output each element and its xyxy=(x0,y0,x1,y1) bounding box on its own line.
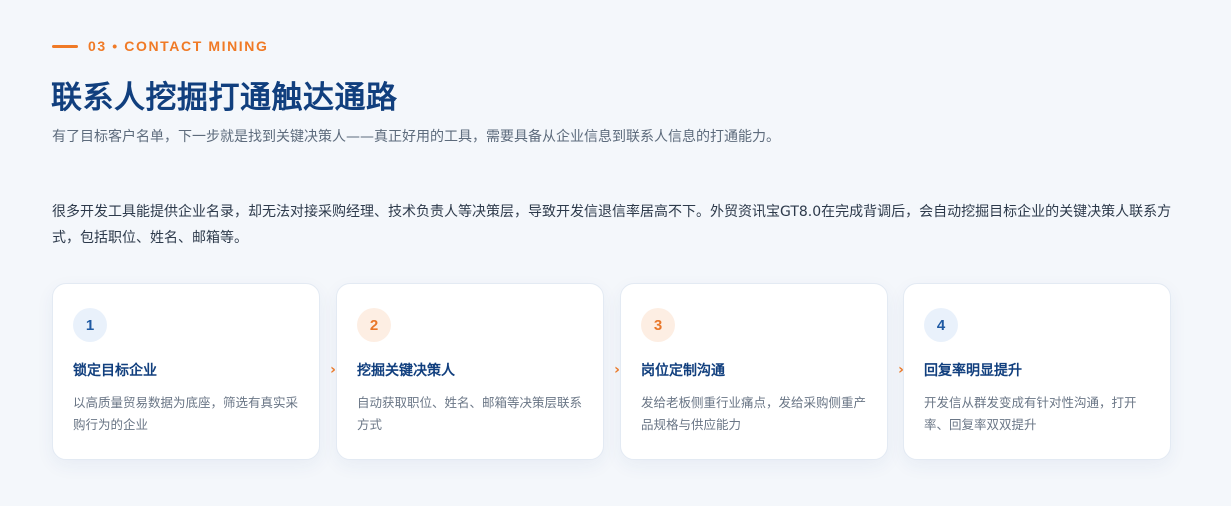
contact-mining-section: 03 • CONTACT MINING 联系人挖掘打通触达通路 有了目标客户名单… xyxy=(0,0,1231,506)
section-eyebrow: 03 • CONTACT MINING xyxy=(52,37,269,55)
step-title: 挖掘关键决策人 xyxy=(357,363,455,379)
step-number-badge: 1 xyxy=(73,308,107,342)
eyebrow-accent-line xyxy=(52,44,78,48)
section-title: 联系人挖掘打通触达通路 xyxy=(51,80,398,116)
step-description: 以高质量贸易数据为底座，筛选有真实采购行为的企业 xyxy=(73,395,299,432)
step-title: 回复率明显提升 xyxy=(924,363,1022,379)
eyebrow-label: 03 • CONTACT MINING xyxy=(88,38,269,54)
step-card-1: 1 锁定目标企业 以高质量贸易数据为底座，筛选有真实采购行为的企业 xyxy=(52,283,320,460)
step-title: 锁定目标企业 xyxy=(73,363,157,379)
step-description: 开发信从群发变成有针对性沟通，打开率、回复率双双提升 xyxy=(924,395,1137,432)
step-card-3: 3 岗位定制沟通 发给老板侧重行业痛点，发给采购侧重产品规格与供应能力 xyxy=(620,283,888,460)
step-description: 发给老板侧重行业痛点，发给采购侧重产品规格与供应能力 xyxy=(641,395,867,432)
steps-cards: 1 锁定目标企业 以高质量贸易数据为底座，筛选有真实采购行为的企业 › 2 挖掘… xyxy=(52,283,1172,460)
step-title: 岗位定制沟通 xyxy=(641,363,725,379)
step-number-badge: 2 xyxy=(357,308,391,342)
step-card-4: 4 回复率明显提升 开发信从群发变成有针对性沟通，打开率、回复率双双提升 xyxy=(903,283,1171,460)
step-description: 自动获取职位、姓名、邮箱等决策层联系方式 xyxy=(357,395,583,432)
step-number-badge: 3 xyxy=(641,308,675,342)
section-subtitle: 有了目标客户名单，下一步就是找到关键决策人——真正好用的工具，需要具备从企业信息… xyxy=(52,129,780,145)
step-card-2: 2 挖掘关键决策人 自动获取职位、姓名、邮箱等决策层联系方式 xyxy=(336,283,604,460)
section-body-text: 很多开发工具能提供企业名录，却无法对接采购经理、技术负责人等决策层，导致开发信退… xyxy=(52,204,1172,246)
step-number-badge: 4 xyxy=(924,308,958,342)
